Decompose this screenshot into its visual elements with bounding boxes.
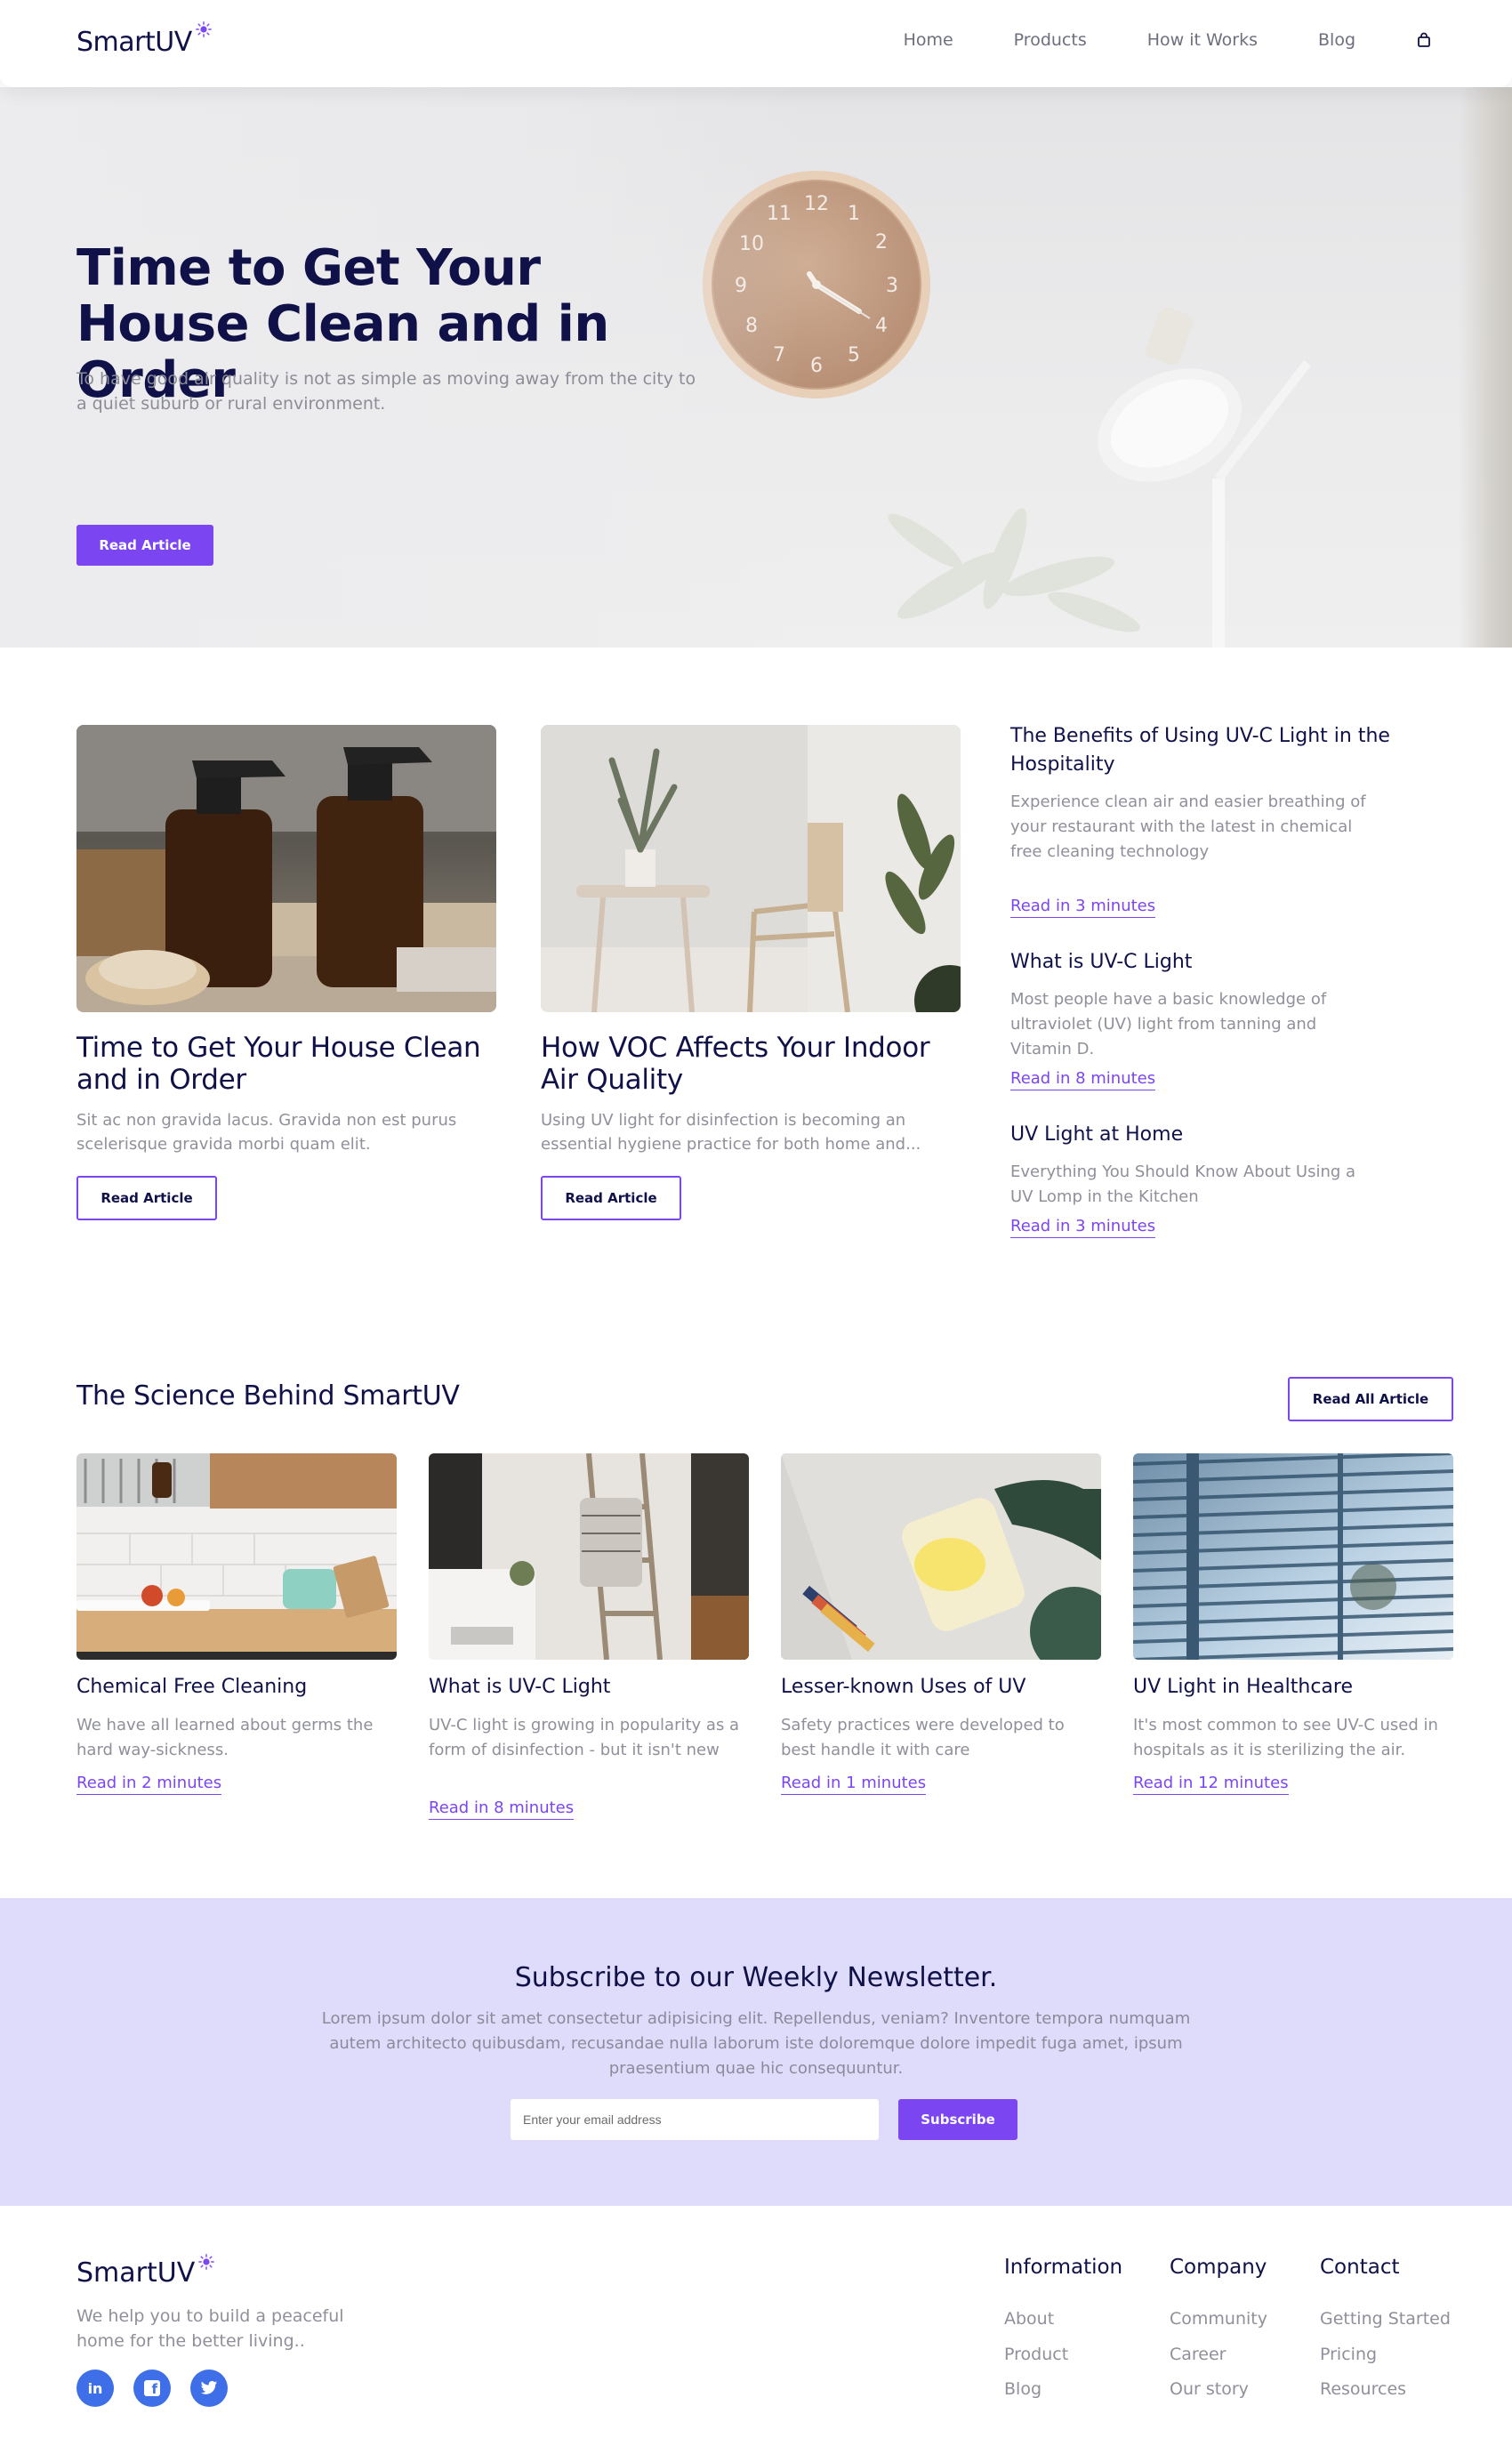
- newsletter-section: Subscribe to our Weekly Newsletter. Lore…: [0, 1898, 1512, 2206]
- footer-tagline: We help you to build a peaceful home for…: [76, 2306, 344, 2351]
- science-link-3[interactable]: Read in 1 minutes: [781, 1774, 927, 1795]
- footer-link-resources[interactable]: Resources: [1320, 2379, 1406, 2399]
- science-text-3: Safety practices were developed to best …: [781, 1716, 1065, 1759]
- logo[interactable]: SmartUV: [76, 21, 212, 58]
- top-navbar: SmartUV Home Products How it Works Blog: [0, 0, 1512, 87]
- plant-image: [888, 508, 1140, 632]
- cart-icon[interactable]: [1416, 32, 1432, 48]
- side-article-link-2[interactable]: Read in 8 minutes: [1010, 1069, 1156, 1090]
- footer-col-title-company: Company: [1170, 2256, 1267, 2279]
- twitter-icon[interactable]: [190, 2369, 228, 2407]
- footer-link-career[interactable]: Career: [1170, 2345, 1226, 2364]
- science-text-2: UV-C light is growing in popularity as a…: [429, 1716, 740, 1759]
- science-title-1[interactable]: Chemical Free Cleaning: [76, 1676, 307, 1698]
- svg-text:4: 4: [875, 315, 888, 337]
- footer-link-our-story[interactable]: Our story: [1170, 2379, 1249, 2399]
- svg-text:3: 3: [886, 275, 898, 297]
- featured-text-1: Sit ac non gravida lacus. Gravida non es…: [76, 1111, 457, 1154]
- side-article-title-3[interactable]: UV Light at Home: [1010, 1121, 1393, 1149]
- svg-text:5: 5: [848, 344, 860, 366]
- newsletter-title: Subscribe to our Weekly Newsletter.: [514, 1962, 998, 1993]
- hero-read-article-button[interactable]: Read Article: [76, 525, 213, 566]
- side-article-text-2: Most people have a basic knowledge of ul…: [1010, 990, 1327, 1058]
- blinds-illustration: [1133, 1453, 1453, 1660]
- sun-logo-icon: [195, 21, 212, 37]
- uv-lamp-illustration: [781, 1453, 1101, 1660]
- featured-text-2: Using UV light for disinfection is becom…: [541, 1111, 921, 1154]
- nav-blog[interactable]: Blog: [1318, 30, 1355, 50]
- footer-link-blog[interactable]: Blog: [1004, 2379, 1042, 2399]
- plant-chair-illustration: [541, 725, 961, 1012]
- footer-logo-text: SmartUV: [76, 2257, 196, 2289]
- science-title-2[interactable]: What is UV-C Light: [429, 1676, 610, 1698]
- email-input[interactable]: [511, 2099, 879, 2140]
- featured-image-cleaning-bottles[interactable]: [76, 725, 496, 1012]
- featured-image-indoor-plant[interactable]: [541, 725, 961, 1012]
- science-image-uv-lamp[interactable]: [781, 1453, 1101, 1660]
- featured-read-article-button-1[interactable]: Read Article: [76, 1176, 217, 1220]
- featured-title-2[interactable]: How VOC Affects Your Indoor Air Quality: [541, 1032, 968, 1096]
- science-link-1[interactable]: Read in 2 minutes: [76, 1774, 222, 1795]
- linkedin-icon[interactable]: in: [76, 2369, 114, 2407]
- nav-how-it-works[interactable]: How it Works: [1147, 30, 1258, 50]
- svg-text:2: 2: [875, 231, 888, 253]
- twitter-bird-icon: [200, 2380, 218, 2394]
- side-article-text-3: Everything You Should Know About Using a…: [1010, 1163, 1356, 1206]
- svg-text:12: 12: [804, 193, 829, 215]
- footer-link-product[interactable]: Product: [1004, 2345, 1068, 2364]
- hero-wall-edge: [1459, 87, 1512, 648]
- linkedin-glyph: in: [87, 2379, 103, 2397]
- read-all-article-button[interactable]: Read All Article: [1288, 1377, 1453, 1421]
- side-article-link-3[interactable]: Read in 3 minutes: [1010, 1217, 1156, 1238]
- footer-col-title-contact: Contact: [1320, 2256, 1400, 2279]
- ladder-illustration: [429, 1453, 749, 1660]
- newsletter-text: Lorem ipsum dolor sit amet consectetur a…: [321, 2009, 1191, 2078]
- science-image-ladder-towel[interactable]: [429, 1453, 749, 1660]
- sun-logo-icon: [198, 2254, 215, 2270]
- nav-links: Home Products How it Works Blog: [843, 30, 1432, 50]
- hero-subtitle: To have good air quality is not as simpl…: [76, 369, 696, 414]
- footer-logo[interactable]: SmartUV: [76, 2254, 215, 2289]
- footer-col-title-information: Information: [1004, 2256, 1123, 2279]
- featured-title-1[interactable]: Time to Get Your House Clean and in Orde…: [76, 1032, 503, 1096]
- side-article-link-1[interactable]: Read in 3 minutes: [1010, 897, 1156, 918]
- science-section-title: The Science Behind SmartUV: [76, 1380, 460, 1412]
- subscribe-button[interactable]: Subscribe: [898, 2099, 1017, 2140]
- science-text-4: It's most common to see UV-C used in hos…: [1133, 1716, 1438, 1759]
- side-article-title-2[interactable]: What is UV-C Light: [1010, 948, 1393, 977]
- logo-text: SmartUV: [76, 27, 192, 58]
- footer-link-getting-started[interactable]: Getting Started: [1320, 2309, 1451, 2329]
- science-title-3[interactable]: Lesser-known Uses of UV: [781, 1676, 1025, 1698]
- science-image-kitchen[interactable]: [76, 1453, 397, 1660]
- side-article-title-1[interactable]: The Benefits of Using UV-C Light in the …: [1010, 722, 1393, 779]
- science-text-1: We have all learned about germs the hard…: [76, 1716, 374, 1759]
- kitchen-illustration: [76, 1453, 397, 1660]
- footer-link-pricing[interactable]: Pricing: [1320, 2345, 1377, 2364]
- footer-link-community[interactable]: Community: [1170, 2309, 1267, 2329]
- facebook-icon[interactable]: f: [133, 2369, 171, 2407]
- svg-text:1: 1: [848, 203, 860, 225]
- side-article-text-1: Experience clean air and easier breathin…: [1010, 793, 1366, 861]
- facebook-glyph: f: [144, 2380, 160, 2396]
- featured-read-article-button-2[interactable]: Read Article: [541, 1176, 681, 1220]
- science-title-4[interactable]: UV Light in Healthcare: [1133, 1676, 1353, 1698]
- nav-home[interactable]: Home: [904, 30, 953, 50]
- spray-bottles-illustration: [76, 725, 496, 1012]
- nav-products[interactable]: Products: [1014, 30, 1087, 50]
- science-link-2[interactable]: Read in 8 minutes: [429, 1798, 575, 1820]
- footer-link-about[interactable]: About: [1004, 2309, 1054, 2329]
- svg-text:6: 6: [810, 355, 823, 377]
- science-image-window-blinds[interactable]: [1133, 1453, 1453, 1660]
- science-link-4[interactable]: Read in 12 minutes: [1133, 1774, 1289, 1795]
